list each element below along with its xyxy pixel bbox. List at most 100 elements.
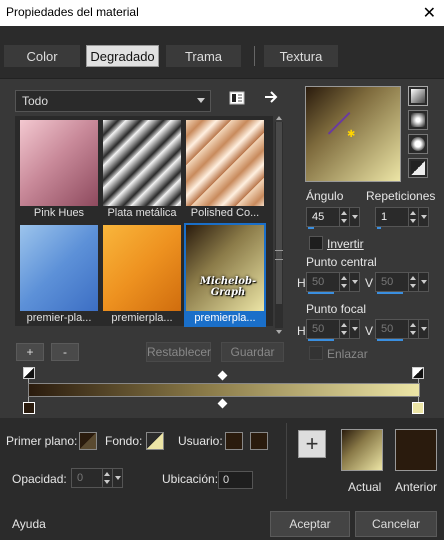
reset-button[interactable]: Restablecer	[146, 342, 211, 362]
gradient-item-premier-3[interactable]: premierpla...	[184, 223, 266, 327]
center-point-label: Punto central	[306, 255, 377, 269]
focal-v-spinner[interactable]: 50	[375, 319, 429, 341]
current-label: Actual	[348, 480, 382, 494]
focal-v-slider[interactable]	[377, 339, 403, 341]
close-icon[interactable]: ✕	[423, 3, 436, 23]
angle-spinner[interactable]: 45	[306, 207, 360, 229]
gradient-swatch	[184, 223, 266, 313]
scroll-up-icon[interactable]	[276, 116, 282, 120]
tab-texture[interactable]: Textura	[264, 45, 338, 67]
angle-step-buttons[interactable]	[339, 208, 349, 226]
center-v-slider[interactable]	[377, 292, 403, 294]
accept-button[interactable]: Aceptar	[270, 511, 350, 537]
angle-slider[interactable]	[308, 227, 314, 229]
gradient-item-premier-1[interactable]: premier-pla...	[20, 225, 98, 324]
gradient-item-polished-copper[interactable]: Polished Co...	[186, 120, 264, 219]
title-bar: Propiedades del material ✕	[0, 0, 444, 26]
gradient-caption: Plata metálica	[107, 207, 177, 219]
repeats-step-buttons[interactable]	[408, 208, 418, 226]
center-h-spinner[interactable]: 50	[306, 272, 360, 294]
tab-color[interactable]: Color	[4, 45, 80, 67]
user-swatch-2[interactable]	[250, 432, 268, 450]
gradient-caption: Polished Co...	[190, 207, 260, 219]
divider	[286, 423, 287, 499]
invert-label: Invertir	[327, 237, 364, 251]
center-point-icon[interactable]: ✱	[347, 129, 355, 140]
gradient-item-silver[interactable]: Plata metálica	[103, 120, 181, 219]
focal-point-label: Punto focal	[306, 302, 367, 316]
chevron-down-icon	[197, 98, 205, 103]
gradient-swatch	[20, 225, 98, 311]
tab-pattern[interactable]: Trama	[166, 45, 241, 67]
library-view-icon[interactable]	[229, 90, 245, 106]
focal-h-label: H	[297, 324, 306, 338]
current-swatch[interactable]	[341, 429, 383, 471]
color-stop-left[interactable]	[23, 402, 35, 414]
add-swatch-button[interactable]: +	[298, 430, 326, 458]
add-gradient-button[interactable]: +	[16, 343, 44, 361]
location-field[interactable]: 0	[218, 471, 253, 489]
help-link[interactable]: Ayuda	[12, 517, 46, 531]
repeats-dropdown[interactable]	[418, 208, 428, 226]
gradient-swatch	[103, 120, 181, 206]
angle-dropdown[interactable]	[349, 208, 359, 226]
scrollbar-thumb[interactable]	[276, 122, 282, 304]
center-h-value: 50	[312, 276, 325, 288]
remove-gradient-button[interactable]: -	[51, 343, 79, 361]
foreground-swatch[interactable]	[79, 432, 97, 450]
focal-v-label: V	[365, 324, 374, 338]
center-v-spinner[interactable]: 50	[375, 272, 429, 294]
scroll-down-icon[interactable]	[276, 330, 282, 334]
opacity-spinner[interactable]: 0	[71, 468, 123, 488]
previous-swatch[interactable]	[395, 429, 437, 471]
repeats-slider[interactable]	[377, 227, 381, 229]
style-linear-button[interactable]	[408, 86, 428, 106]
focal-v-value: 50	[381, 323, 394, 335]
save-button[interactable]: Guardar	[221, 342, 284, 362]
gradient-bar[interactable]	[28, 383, 420, 397]
user-label: Usuario:	[178, 434, 223, 448]
user-swatch[interactable]	[225, 432, 243, 450]
center-h-slider[interactable]	[308, 292, 334, 294]
library-scrollbar[interactable]	[275, 122, 283, 328]
style-rectangular-button[interactable]	[408, 110, 428, 130]
style-radial-button[interactable]	[408, 158, 428, 178]
link-checkbox[interactable]	[309, 346, 323, 360]
gradient-swatch	[20, 120, 98, 206]
watermark: Michelob-Graph	[199, 276, 257, 298]
center-v-value: 50	[381, 276, 394, 288]
gradient-caption: premierpla...	[111, 312, 173, 324]
linear-style-icon	[411, 89, 425, 103]
sunburst-style-icon	[411, 137, 425, 151]
category-dropdown[interactable]: Todo	[15, 90, 211, 112]
gradient-item-pink-hues[interactable]: Pink Hues	[20, 120, 98, 219]
radial-style-icon	[411, 161, 425, 175]
color-stop-right[interactable]	[412, 402, 424, 414]
gradient-preview[interactable]: ✱	[305, 86, 401, 182]
center-v-label: V	[365, 276, 374, 290]
arrow-right-icon[interactable]	[263, 89, 279, 105]
gradient-caption: Pink Hues	[33, 207, 85, 219]
cancel-button[interactable]: Cancelar	[355, 511, 437, 537]
opacity-stop-right[interactable]	[412, 367, 424, 379]
opacity-label: Opacidad:	[12, 472, 67, 486]
scrollbar-grip	[275, 250, 283, 260]
gradient-caption: premierpla...	[184, 311, 266, 327]
focal-h-spinner[interactable]: 50	[306, 319, 360, 341]
invert-checkbox[interactable]	[309, 236, 323, 250]
window-title: Propiedades del material	[6, 5, 139, 19]
foreground-label: Primer plano:	[6, 434, 78, 448]
repeats-spinner[interactable]: 1	[375, 207, 429, 229]
angle-value: 45	[312, 211, 325, 223]
tab-gradient[interactable]: Degradado	[86, 45, 159, 67]
style-sunburst-button[interactable]	[408, 134, 428, 154]
repeats-value: 1	[381, 211, 388, 223]
location-label: Ubicación:	[162, 472, 219, 486]
link-label: Enlazar	[327, 347, 368, 361]
focal-h-slider[interactable]	[308, 339, 334, 341]
gradient-swatch	[186, 120, 264, 206]
opacity-stop-left[interactable]	[23, 367, 35, 379]
angle-label: Ángulo	[306, 189, 344, 203]
background-swatch[interactable]	[146, 432, 164, 450]
gradient-item-premier-2[interactable]: premierpla...	[103, 225, 181, 324]
